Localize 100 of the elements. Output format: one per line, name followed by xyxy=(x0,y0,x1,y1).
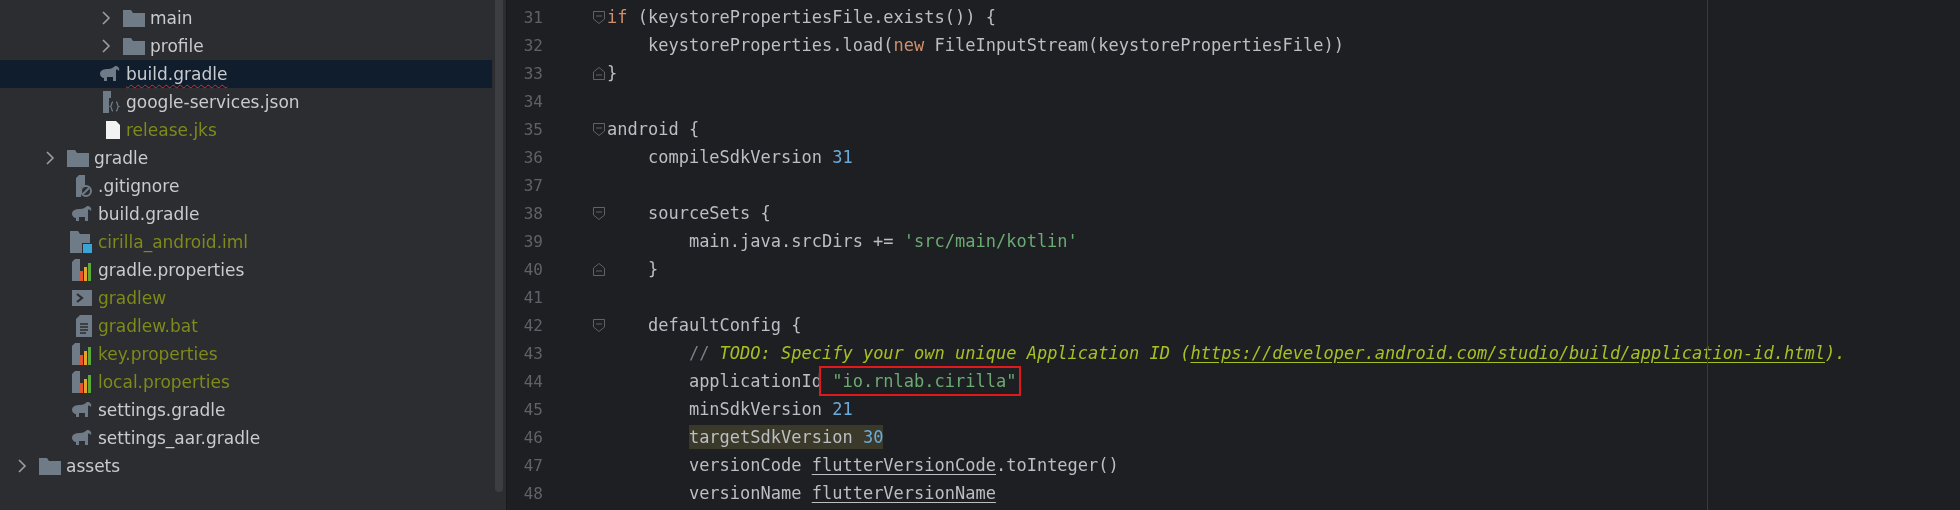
code-text: } xyxy=(647,258,659,281)
file-name: assets xyxy=(66,456,121,476)
link[interactable]: https://developer.android.com/studio/build/application-id.html xyxy=(1190,341,1825,365)
fold-icon[interactable] xyxy=(593,206,605,220)
code-field: flutterVersionCode xyxy=(811,453,996,477)
file-name: gradle.properties xyxy=(98,260,245,280)
fold-icon[interactable] xyxy=(593,10,605,24)
code-comment: // xyxy=(688,342,711,365)
tree-item[interactable]: settings_aar.gradle xyxy=(0,424,492,452)
elephant-icon xyxy=(70,402,92,418)
chevron-icon[interactable] xyxy=(17,459,27,473)
code-text: } xyxy=(607,62,618,85)
code-text: applicationId xyxy=(688,370,822,393)
todo-comment: TODO: Specify your own unique Application ID ( xyxy=(719,342,1191,365)
line-number: 47 xyxy=(522,455,543,475)
tree-item[interactable]: gradlew.bat xyxy=(0,312,492,340)
properties-file-icon xyxy=(72,343,92,365)
elephant-icon xyxy=(70,430,92,446)
code-number: 31 xyxy=(832,146,853,169)
line-number: 46 xyxy=(522,427,543,447)
chevron-icon[interactable] xyxy=(101,39,111,53)
line-number: 37 xyxy=(522,175,543,195)
fold-icon[interactable] xyxy=(593,318,605,332)
folder-icon xyxy=(39,457,61,475)
line-number: 45 xyxy=(522,399,543,419)
code-text: targetSdkVersion xyxy=(688,425,863,449)
line-number: 38 xyxy=(522,203,543,223)
code-text: defaultConfig { xyxy=(647,314,802,337)
tree-item[interactable]: gradle xyxy=(0,144,492,172)
code-text: compileSdkVersion xyxy=(647,146,823,169)
file-name: build.gradle xyxy=(98,204,200,224)
folder-icon xyxy=(67,149,89,167)
code-text: sourceSets { xyxy=(647,202,771,225)
code-text: keystoreProperties.load( xyxy=(647,34,894,57)
code-text: FileInputStream(keystorePropertiesFile)) xyxy=(934,34,1344,57)
highlighted-code-string: "io.rnlab.cirilla" xyxy=(821,369,1019,393)
file-name: key.properties xyxy=(98,344,218,364)
tree-item[interactable]: main xyxy=(0,4,492,32)
file-name: main xyxy=(150,8,193,28)
file-name: .gitignore xyxy=(98,176,180,196)
chevron-icon[interactable] xyxy=(45,151,55,165)
line-number: 34 xyxy=(522,91,543,111)
line-number: 42 xyxy=(522,315,543,335)
file-name: profile xyxy=(150,36,204,56)
file-name: local.properties xyxy=(98,372,230,392)
fold-icon[interactable] xyxy=(593,122,605,136)
properties-file-icon xyxy=(72,371,92,393)
code-text: (keystorePropertiesFile.exists()) { xyxy=(637,6,996,29)
tree-item[interactable]: gradlew xyxy=(0,284,492,312)
chevron-icon[interactable] xyxy=(101,11,111,25)
file-name: cirilla_android.iml xyxy=(98,232,249,252)
tree-item[interactable]: key.properties xyxy=(0,340,492,368)
fold-icon[interactable] xyxy=(593,66,605,80)
file-name: gradlew.bat xyxy=(98,316,198,336)
tree-item[interactable]: assets xyxy=(0,452,492,480)
file-name: release.jks xyxy=(126,120,217,140)
tree-item[interactable]: local.properties xyxy=(0,368,492,396)
code-text: android { xyxy=(607,118,700,141)
code-field: flutterVersionName xyxy=(811,481,996,505)
code-text: main.java.srcDirs += xyxy=(688,230,895,253)
tree-item[interactable]: build.gradle xyxy=(0,200,492,228)
tree-item[interactable]: release.jks xyxy=(0,116,492,144)
tree-item[interactable]: google-services.json xyxy=(0,88,492,116)
code-text: versionName xyxy=(688,482,803,505)
file-name: build.gradle xyxy=(126,64,228,84)
tree-item[interactable]: profile xyxy=(0,32,492,60)
code-number: 21 xyxy=(832,398,853,421)
json-file-icon xyxy=(100,91,120,113)
text-file-icon xyxy=(76,315,92,337)
terminal-icon xyxy=(72,290,92,306)
code-number: 30 xyxy=(862,425,884,449)
code-string: 'src/main/kotlin' xyxy=(903,230,1078,253)
tree-item[interactable]: settings.gradle xyxy=(0,396,492,424)
file-name: google-services.json xyxy=(126,92,300,112)
file-name: settings.gradle xyxy=(98,400,226,420)
tree-item[interactable]: .gitignore xyxy=(0,172,492,200)
line-number: 48 xyxy=(522,483,543,503)
line-number: 41 xyxy=(522,287,543,307)
elephant-icon xyxy=(98,66,120,82)
folder-icon xyxy=(123,9,145,27)
todo-comment: ). xyxy=(1825,342,1846,365)
properties-file-icon xyxy=(72,259,92,281)
line-number: 31 xyxy=(522,7,543,27)
line-number: 40 xyxy=(522,259,543,279)
file-name: gradle xyxy=(94,148,149,168)
elephant-icon xyxy=(70,206,92,222)
fold-icon[interactable] xyxy=(593,262,605,276)
tree-item[interactable]: build.gradle xyxy=(0,60,492,88)
code-keyword: new xyxy=(893,34,925,57)
folder-icon xyxy=(123,37,145,55)
tree-item[interactable]: gradle.properties xyxy=(0,256,492,284)
line-number: 44 xyxy=(522,371,543,391)
line-number: 39 xyxy=(522,231,543,251)
line-number: 35 xyxy=(522,119,543,139)
file-name: gradlew xyxy=(98,288,167,308)
code-text: versionCode xyxy=(688,454,803,477)
tree-item[interactable]: cirilla_android.iml xyxy=(0,228,492,256)
module-file-icon xyxy=(70,231,92,253)
file-name: settings_aar.gradle xyxy=(98,428,261,448)
file-icon xyxy=(106,121,120,139)
